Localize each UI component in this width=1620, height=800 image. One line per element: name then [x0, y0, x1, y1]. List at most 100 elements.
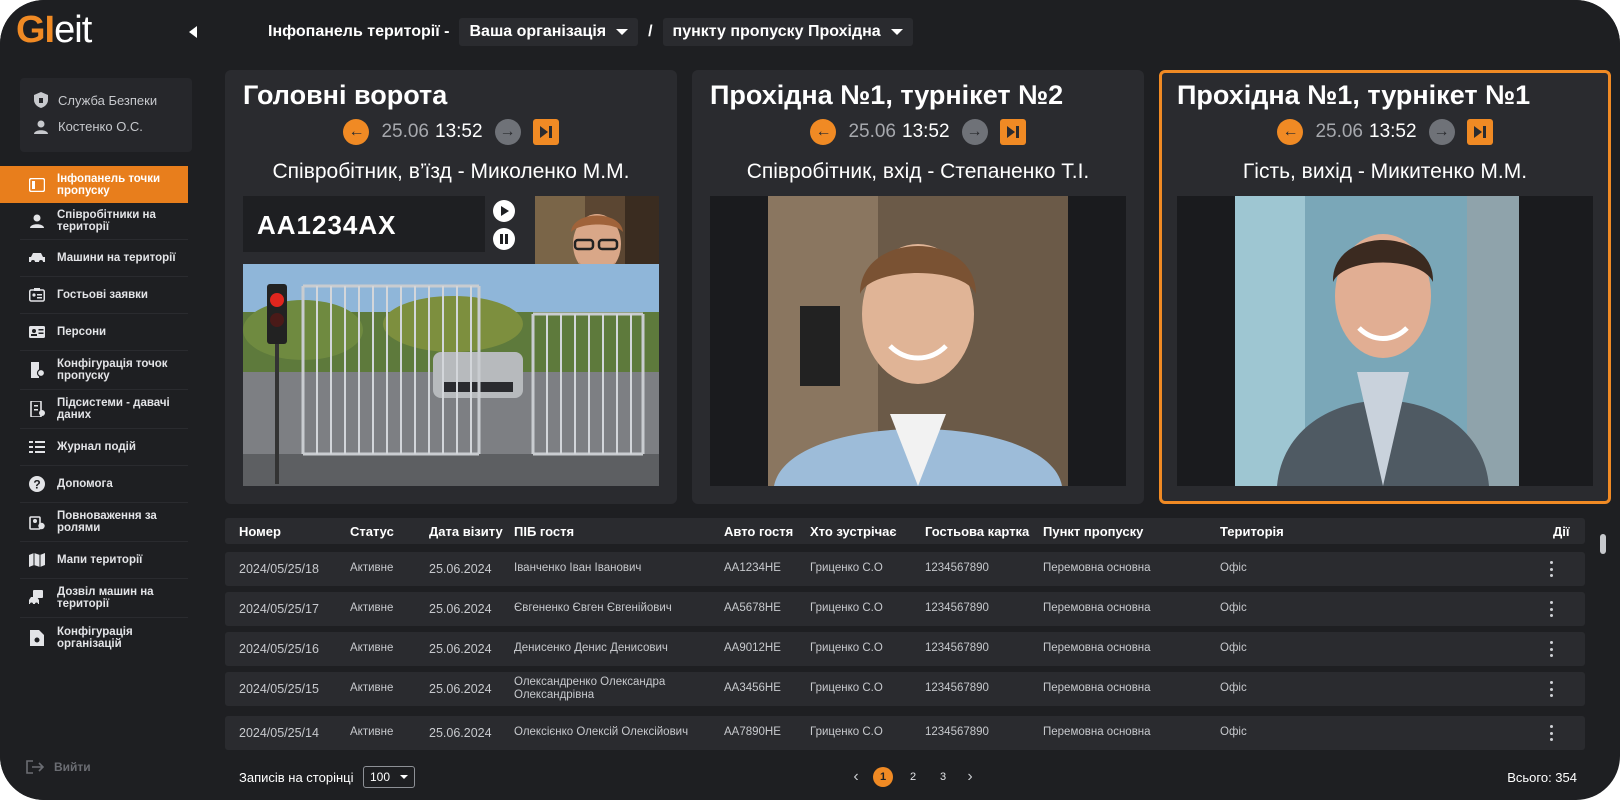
- column-header[interactable]: ПІБ гостя: [514, 524, 574, 539]
- camera-card-turnstile-2: Прохідна №1, турнікет №2 ← 25.06 13:52 →…: [692, 70, 1144, 504]
- user-card: Служба Безпеки Костенко О.С.: [20, 78, 192, 152]
- event-time: 13:52: [902, 121, 950, 142]
- row-actions-menu-icon[interactable]: [1549, 561, 1553, 577]
- header: GI eit Інфопанель території - Ваша органі…: [0, 0, 1620, 66]
- organization-select[interactable]: Ваша організація: [459, 18, 639, 46]
- table-scrollbar[interactable]: [1599, 520, 1607, 770]
- car-icon: [28, 249, 46, 267]
- next-page-icon[interactable]: ›: [963, 768, 977, 786]
- cell-territory: Офіс: [1220, 602, 1247, 614]
- event-date: 25.06: [1315, 121, 1363, 142]
- sidebar-item-guest-requests[interactable]: Гостьові заявки: [20, 277, 188, 314]
- table-row[interactable]: 2024/05/25/15 Активне 25.06.2024 Олексан…: [225, 672, 1585, 706]
- cell-number: 2024/05/25/15: [239, 682, 319, 696]
- sidebar-item-event-log[interactable]: Журнал подій: [20, 429, 188, 466]
- row-actions-menu-icon[interactable]: [1549, 601, 1553, 617]
- sidebar-item-vehicle-permits[interactable]: Дозвіл машин на території: [20, 579, 188, 618]
- next-event-button[interactable]: →: [1428, 119, 1455, 145]
- latest-event-button[interactable]: [1466, 119, 1493, 145]
- card-title: Прохідна №1, турнікет №1: [1177, 80, 1531, 110]
- cell-status: Активне: [350, 642, 394, 654]
- previous-event-button[interactable]: ←: [1277, 119, 1304, 145]
- previous-event-button[interactable]: ←: [343, 119, 370, 145]
- table-row[interactable]: 2024/05/25/14 Активне 25.06.2024 Олексіє…: [225, 716, 1585, 750]
- column-header[interactable]: Гостьова картка: [925, 524, 1029, 539]
- cell-number: 2024/05/25/16: [239, 642, 319, 656]
- chevron-down-icon: [400, 775, 408, 779]
- user-service: Служба Безпеки: [34, 92, 157, 108]
- cell-territory: Офіс: [1220, 726, 1247, 738]
- latest-event-button[interactable]: [999, 119, 1026, 145]
- roles-icon: [28, 513, 46, 531]
- license-plate: AA1234AX: [257, 210, 397, 240]
- cell-checkpoint: Перемовна основна: [1043, 562, 1151, 574]
- breadcrumb: Інфопанель території - Ваша організація …: [268, 18, 913, 46]
- table-header: Номер Статус Дата візиту ПІБ гостя Авто …: [225, 518, 1585, 544]
- cell-guest-name: Євгененко Євген Євгенійович: [514, 602, 672, 614]
- sidebar-item-maps[interactable]: Мапи території: [20, 542, 188, 579]
- pause-icon: [500, 234, 508, 244]
- cell-host: Гриценко С.О: [810, 642, 883, 654]
- cell-guest-car: AA5678HE: [724, 602, 781, 614]
- row-actions-menu-icon[interactable]: [1549, 641, 1553, 657]
- scrollbar-thumb[interactable]: [1600, 534, 1606, 554]
- sidebar-item-subsystems[interactable]: Підсистеми - давачі даних: [20, 390, 188, 429]
- play-button[interactable]: [493, 200, 515, 222]
- cell-status: Активне: [350, 682, 394, 694]
- cell-checkpoint: Перемовна основна: [1043, 602, 1151, 614]
- map-icon: [28, 551, 46, 569]
- sidebar-item-cars[interactable]: Машини на території: [20, 240, 188, 277]
- cell-status: Активне: [350, 602, 394, 614]
- event-date: 25.06: [848, 121, 896, 142]
- page-button[interactable]: 3: [933, 767, 953, 787]
- row-actions-menu-icon[interactable]: [1549, 725, 1553, 741]
- sidebar-item-help[interactable]: ? Допомога: [20, 466, 188, 503]
- rows-per-page-value: 100: [370, 770, 391, 784]
- sidebar-item-roles[interactable]: Повноваження за ролями: [20, 503, 188, 542]
- sidebar-item-employees[interactable]: Співробітники на території: [20, 203, 188, 240]
- cell-guest-car: AA9012HE: [724, 642, 781, 654]
- latest-event-button[interactable]: [532, 119, 559, 145]
- sidebar-item-checkpoint-config[interactable]: Конфігурація точок пропуску: [20, 351, 188, 390]
- page-button[interactable]: 2: [903, 767, 923, 787]
- sidebar-collapse-button[interactable]: [182, 21, 204, 43]
- event-log-icon: [28, 438, 46, 456]
- org-config-icon: [28, 629, 46, 647]
- prev-page-icon[interactable]: ‹: [849, 768, 863, 786]
- table-row[interactable]: 2024/05/25/17 Активне 25.06.2024 Євгенен…: [225, 592, 1585, 626]
- camera-card-turnstile-1: Прохідна №1, турнікет №1 ← 25.06 13:52 →…: [1159, 70, 1611, 504]
- camera-card-main-gate: Головні ворота ← 25.06 13:52 → Співробіт…: [225, 70, 677, 504]
- cell-date: 25.06.2024: [429, 642, 492, 656]
- sidebar-item-persons[interactable]: Персони: [20, 314, 188, 351]
- column-header[interactable]: Хто зустрічає: [810, 524, 897, 539]
- app-window: GI eit Інфопанель території - Ваша органі…: [0, 0, 1620, 800]
- page-button[interactable]: 1: [873, 767, 893, 787]
- column-header[interactable]: Статус: [350, 524, 394, 539]
- column-header[interactable]: Авто гостя: [724, 524, 793, 539]
- rows-per-page-label: Записів на сторінці: [239, 770, 354, 785]
- cell-host: Гриценко С.О: [810, 682, 883, 694]
- checkpoint-select[interactable]: пункту пропуску Прохідна: [662, 18, 913, 46]
- sidebar-item-dashboard[interactable]: Інфопанель точки пропуску: [0, 166, 188, 203]
- cell-guest-car: AA7890HE: [724, 726, 781, 738]
- logout-button[interactable]: Вийти: [26, 760, 91, 774]
- cell-guest-card: 1234567890: [925, 682, 989, 694]
- event-description: Співробітник, вхід - Степаненко Т.І.: [746, 160, 1090, 183]
- column-header[interactable]: Територія: [1220, 524, 1284, 539]
- sidebar-item-org-config[interactable]: Конфігурація організацій: [20, 618, 188, 657]
- rows-per-page-select[interactable]: 100: [363, 766, 415, 788]
- row-actions-menu-icon[interactable]: [1549, 681, 1553, 697]
- cell-host: Гриценко С.О: [810, 726, 883, 738]
- cell-guest-card: 1234567890: [925, 642, 989, 654]
- previous-event-button[interactable]: ←: [810, 119, 837, 145]
- table-row[interactable]: 2024/05/25/18 Активне 25.06.2024 Іванчен…: [225, 552, 1585, 586]
- cell-host: Гриценко С.О: [810, 562, 883, 574]
- column-header[interactable]: Номер: [239, 524, 281, 539]
- column-header[interactable]: Пункт пропуску: [1043, 524, 1143, 539]
- next-event-button[interactable]: →: [961, 119, 988, 145]
- table-row[interactable]: 2024/05/25/16 Активне 25.06.2024 Денисен…: [225, 632, 1585, 666]
- cell-host: Гриценко С.О: [810, 602, 883, 614]
- column-header[interactable]: Дата візиту: [429, 524, 503, 539]
- next-event-button[interactable]: →: [494, 119, 521, 145]
- pause-button[interactable]: [493, 228, 515, 250]
